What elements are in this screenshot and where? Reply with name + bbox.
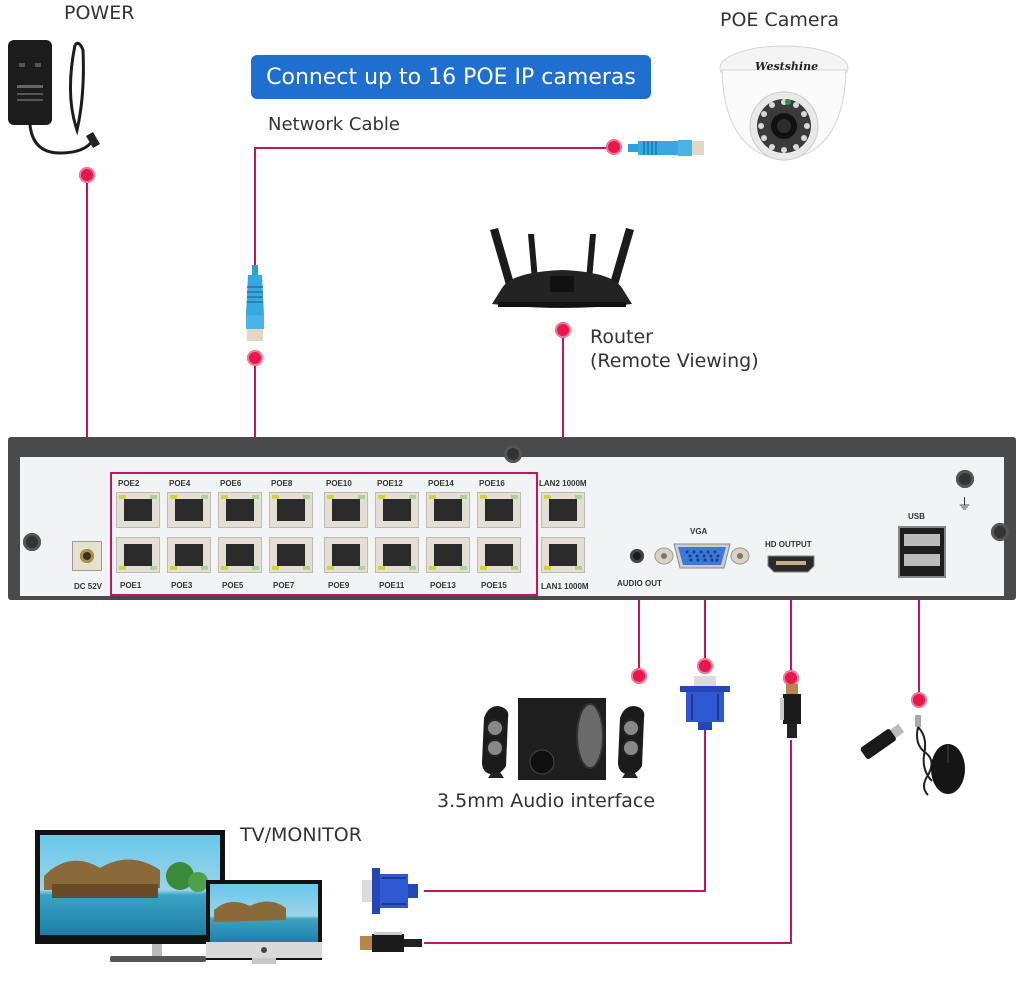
- poe-port[interactable]: [218, 492, 262, 528]
- poe-port-label: POE2: [118, 479, 140, 488]
- network-cable-line-v1: [254, 147, 256, 267]
- screw-icon: [956, 470, 974, 488]
- audio-interface-label: 3.5mm Audio interface: [437, 790, 656, 812]
- vga-port[interactable]: [654, 541, 750, 571]
- hd-output-label: HD OUTPUT: [765, 540, 812, 549]
- poe-port[interactable]: [116, 537, 160, 573]
- audio-line: [638, 590, 640, 676]
- network-cable-label: Network Cable: [268, 114, 400, 135]
- lan2-port[interactable]: [541, 492, 585, 528]
- poe-port-label: POE10: [326, 479, 352, 488]
- hdmi-line-top: [790, 590, 792, 678]
- router-label-line1: Router: [590, 326, 653, 348]
- poe-port[interactable]: [324, 537, 368, 573]
- usb-device-dot: [911, 692, 927, 708]
- audio-out-label: AUDIO OUT: [617, 579, 662, 588]
- hdmi-line-bottom: [790, 740, 792, 944]
- title-banner: Connect up to 16 POE IP cameras: [251, 55, 651, 99]
- power-label: POWER: [64, 2, 135, 24]
- vga-plug-monitor-icon: [362, 868, 418, 914]
- poe-port-label: POE7: [273, 581, 295, 590]
- poe-port[interactable]: [426, 492, 470, 528]
- speakers-icon: [482, 698, 645, 780]
- poe-port[interactable]: [218, 537, 262, 573]
- poe-port[interactable]: [167, 492, 211, 528]
- screw-icon: [504, 445, 522, 463]
- hdmi-plug-icon: [780, 684, 801, 738]
- poe-port[interactable]: [477, 492, 521, 528]
- vga-line-top: [704, 590, 706, 666]
- poe-port-label: POE15: [481, 581, 507, 590]
- usb-mouse-icon: [915, 715, 965, 796]
- poe-port-label: POE13: [430, 581, 456, 590]
- lan1-label: LAN1 1000M: [541, 582, 589, 591]
- poe-port-label: POE4: [169, 479, 191, 488]
- poe-port[interactable]: [375, 537, 419, 573]
- poe-port[interactable]: [477, 537, 521, 573]
- poe-port[interactable]: [269, 537, 313, 573]
- poe-port-label: POE6: [220, 479, 242, 488]
- hdmi-port[interactable]: [766, 554, 816, 574]
- camera-brand: Westshine: [755, 60, 819, 73]
- usb-label: USB: [908, 512, 925, 521]
- network-plug-nvr-icon: [246, 265, 264, 341]
- poe-ports-group: [110, 472, 538, 596]
- dc-port-label: DC 52V: [74, 582, 103, 591]
- router-dot: [555, 322, 571, 338]
- poe-port-label: POE12: [377, 479, 403, 488]
- network-plug-dot: [247, 350, 263, 366]
- poe-port-label: POE9: [328, 581, 350, 590]
- poe-port-label: POE16: [479, 479, 505, 488]
- router-label: Router (Remote Viewing): [590, 325, 759, 373]
- poe-port[interactable]: [116, 492, 160, 528]
- poe-port[interactable]: [167, 537, 211, 573]
- nvr-rear-panel: ⏚ DC 52V POE2 POE4 POE6 POE8 POE10 POE12 POE14…: [8, 437, 1016, 600]
- ground-icon: ⏚: [957, 495, 973, 513]
- poe-port[interactable]: [375, 492, 419, 528]
- vga-plug-icon: [680, 676, 730, 730]
- vga-line-h: [424, 890, 706, 892]
- network-plug-camera-icon: [628, 140, 704, 156]
- poe-port[interactable]: [426, 537, 470, 573]
- poe-port-label: POE11: [379, 581, 405, 590]
- power-adapter-icon: [8, 40, 100, 155]
- poe-port[interactable]: [269, 492, 313, 528]
- vga-label: VGA: [690, 527, 708, 536]
- hdmi-line-h: [424, 942, 792, 944]
- camera-cable-dot: [606, 139, 622, 155]
- poe-port-label: POE1: [120, 581, 142, 590]
- router-icon: [490, 228, 634, 308]
- screw-icon: [23, 533, 41, 551]
- vga-line-bottom: [704, 730, 706, 892]
- vga-plug-dot: [697, 658, 713, 674]
- lan2-label: LAN2 1000M: [539, 479, 587, 488]
- poe-port[interactable]: [324, 492, 368, 528]
- dome-camera-icon: [719, 45, 849, 161]
- poe-camera-label: POE Camera: [720, 9, 840, 31]
- poe-port-label: POE14: [428, 479, 454, 488]
- network-cable-line-h: [254, 147, 614, 149]
- usb-line: [918, 590, 920, 700]
- dc-power-port[interactable]: [72, 541, 102, 571]
- lan1-port[interactable]: [541, 537, 585, 573]
- audio-out-jack[interactable]: [630, 549, 644, 563]
- poe-port-label: POE5: [222, 581, 244, 590]
- audio-speaker-dot: [631, 668, 647, 684]
- poe-port-label: POE3: [171, 581, 193, 590]
- usb-flash-drive-icon: [860, 723, 905, 759]
- screw-icon: [991, 523, 1009, 541]
- usb-ports[interactable]: [898, 526, 946, 578]
- power-dot: [79, 167, 95, 183]
- poe-port-label: POE8: [271, 479, 293, 488]
- router-label-line2: (Remote Viewing): [590, 350, 759, 372]
- tv-monitor-icon: [35, 830, 322, 964]
- hdmi-plug-monitor-icon: [360, 932, 422, 952]
